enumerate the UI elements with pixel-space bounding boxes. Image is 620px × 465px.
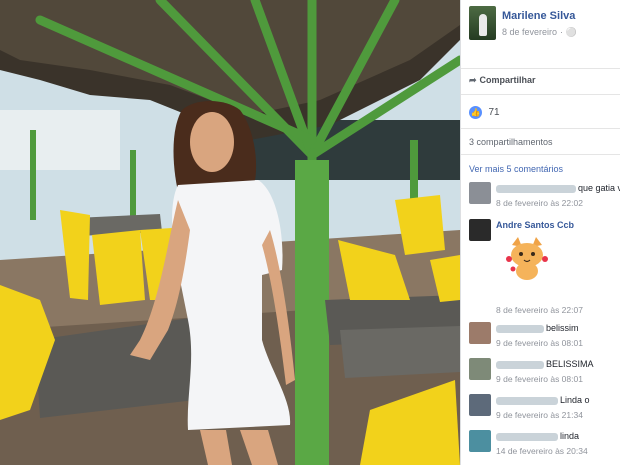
author-avatar[interactable]	[469, 6, 496, 40]
share-label: Compartilhar	[479, 75, 536, 85]
cat-sticker-icon	[506, 237, 548, 280]
like-count: 71	[488, 107, 500, 119]
blurred-name	[496, 432, 558, 441]
divider	[461, 128, 620, 129]
commenter-avatar[interactable]	[469, 219, 491, 241]
commenter-name[interactable]: Andre Santos Ccb	[496, 220, 574, 230]
divider	[461, 94, 620, 95]
comment-time[interactable]: 9 de fevereiro às 08:01	[496, 337, 620, 349]
post-side-panel: Marilene Silva 8 de fevereiro · ⚪ ➦ Compar…	[460, 0, 620, 465]
thumbs-up-icon: 👍	[469, 106, 482, 120]
comment-text: linda	[560, 431, 580, 441]
commenter-avatar[interactable]	[469, 358, 491, 380]
post-header: Marilene Silva 8 de fevereiro · ⚪	[469, 6, 619, 40]
comment-time[interactable]: 8 de fevereiro às 22:07	[496, 304, 583, 316]
comment-text: BELISSIMA	[546, 359, 594, 369]
comment-time[interactable]: 14 de fevereiro às 20:34	[496, 445, 620, 457]
commenter-avatar[interactable]	[469, 430, 491, 452]
post-photo[interactable]	[0, 0, 460, 465]
divider	[461, 68, 620, 69]
comment-text: belissim	[546, 323, 579, 333]
comment-text: que gatia vc e	[578, 183, 620, 193]
like-summary[interactable]: 👍 71	[469, 104, 500, 120]
commenter-avatar[interactable]	[469, 322, 491, 344]
globe-icon: · ⚪	[560, 27, 577, 37]
post-date-row: 8 de fevereiro · ⚪	[502, 27, 577, 38]
blurred-name	[496, 360, 544, 369]
comment-time[interactable]: 9 de fevereiro às 08:01	[496, 373, 620, 385]
blurred-name	[496, 184, 576, 193]
comment-time[interactable]: 8 de fevereiro às 22:02	[496, 197, 620, 209]
blurred-name	[496, 324, 544, 333]
view-more-comments-link[interactable]: Ver mais 5 comentários	[469, 164, 563, 174]
share-button[interactable]: ➦ Compartilhar	[469, 75, 536, 86]
comment-text: Linda o	[560, 395, 590, 405]
shares-count[interactable]: 3 compartilhamentos	[469, 137, 553, 147]
commenter-avatar[interactable]	[469, 182, 491, 204]
commenter-avatar[interactable]	[469, 394, 491, 416]
share-arrow-icon: ➦	[469, 75, 477, 85]
blurred-name	[496, 396, 558, 405]
comment-time[interactable]: 9 de fevereiro às 21:34	[496, 409, 620, 421]
divider	[461, 154, 620, 155]
post-date[interactable]: 8 de fevereiro	[502, 27, 557, 37]
beach-kiosk-photo	[0, 0, 460, 465]
author-name[interactable]: Marilene Silva	[502, 10, 575, 22]
